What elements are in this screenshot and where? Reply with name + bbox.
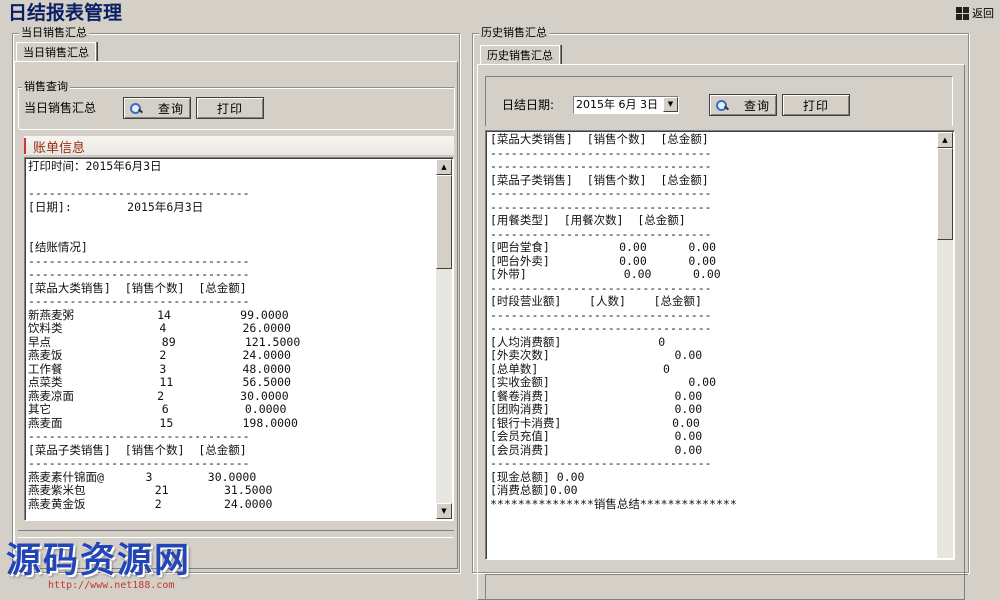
sales-query-group-title: 销售查询 <box>22 80 70 94</box>
today-report-scrollbar[interactable]: ▲ ▼ <box>436 159 452 519</box>
history-query-button-label: 查询 <box>743 98 770 113</box>
history-query-button[interactable]: 查询 <box>709 94 777 116</box>
today-summary-group-title: 当日销售汇总 <box>19 26 89 40</box>
scroll-up-button[interactable]: ▲ <box>436 159 452 175</box>
scroll-up-button[interactable]: ▲ <box>937 132 953 148</box>
history-print-button-label: 打印 <box>802 98 829 113</box>
today-print-button-label: 打印 <box>216 101 243 116</box>
history-report-box[interactable]: [菜品大类销售] [销售个数] [总金额] ------------------… <box>485 130 955 560</box>
query-label: 当日销售汇总 <box>24 101 97 115</box>
scroll-thumb[interactable] <box>436 175 452 269</box>
today-query-button-label: 查询 <box>157 101 184 116</box>
history-summary-group-title: 历史销售汇总 <box>479 26 549 40</box>
chevron-down-icon[interactable]: ▼ <box>663 97 678 112</box>
header-accent <box>24 138 26 154</box>
back-label: 返回 <box>972 7 994 20</box>
back-button[interactable]: 返回 <box>956 5 994 21</box>
watermark-title: 源码资源网 <box>6 541 192 581</box>
magnifier-icon <box>715 100 730 111</box>
scroll-down-button[interactable]: ▼ <box>436 503 452 519</box>
windows-icon <box>956 6 969 20</box>
tab-today-summary[interactable]: 当日销售汇总 <box>16 42 96 62</box>
history-bottom-strip <box>485 574 968 600</box>
magnifier-icon <box>129 103 144 114</box>
date-picker[interactable]: 2015年 6月 3日 ▼ <box>573 96 679 114</box>
history-report-scrollbar[interactable]: ▲ <box>937 132 953 558</box>
today-print-button[interactable]: 打印 <box>196 97 264 119</box>
account-info-header: 账单信息 <box>24 136 454 156</box>
watermark-logo: 源码资源网 http://www.net188.com <box>4 532 214 596</box>
today-query-button[interactable]: 查询 <box>123 97 191 119</box>
account-info-title: 账单信息 <box>33 141 86 156</box>
tab-history-summary[interactable]: 历史销售汇总 <box>480 45 560 65</box>
today-report-text: 打印时间：2015年6月3日 -------------------------… <box>28 160 301 511</box>
scroll-thumb[interactable] <box>937 148 953 240</box>
watermark-url: http://www.net188.com <box>48 580 175 591</box>
date-picker-value: 2015年 6月 3日 <box>576 98 658 111</box>
date-label: 日结日期: <box>502 98 555 112</box>
window-title: 日结报表管理 <box>8 2 123 24</box>
history-print-button[interactable]: 打印 <box>782 94 850 116</box>
history-report-text: [菜品大类销售] [销售个数] [总金额] ------------------… <box>490 133 737 511</box>
today-report-box[interactable]: 打印时间：2015年6月3日 -------------------------… <box>24 157 454 521</box>
